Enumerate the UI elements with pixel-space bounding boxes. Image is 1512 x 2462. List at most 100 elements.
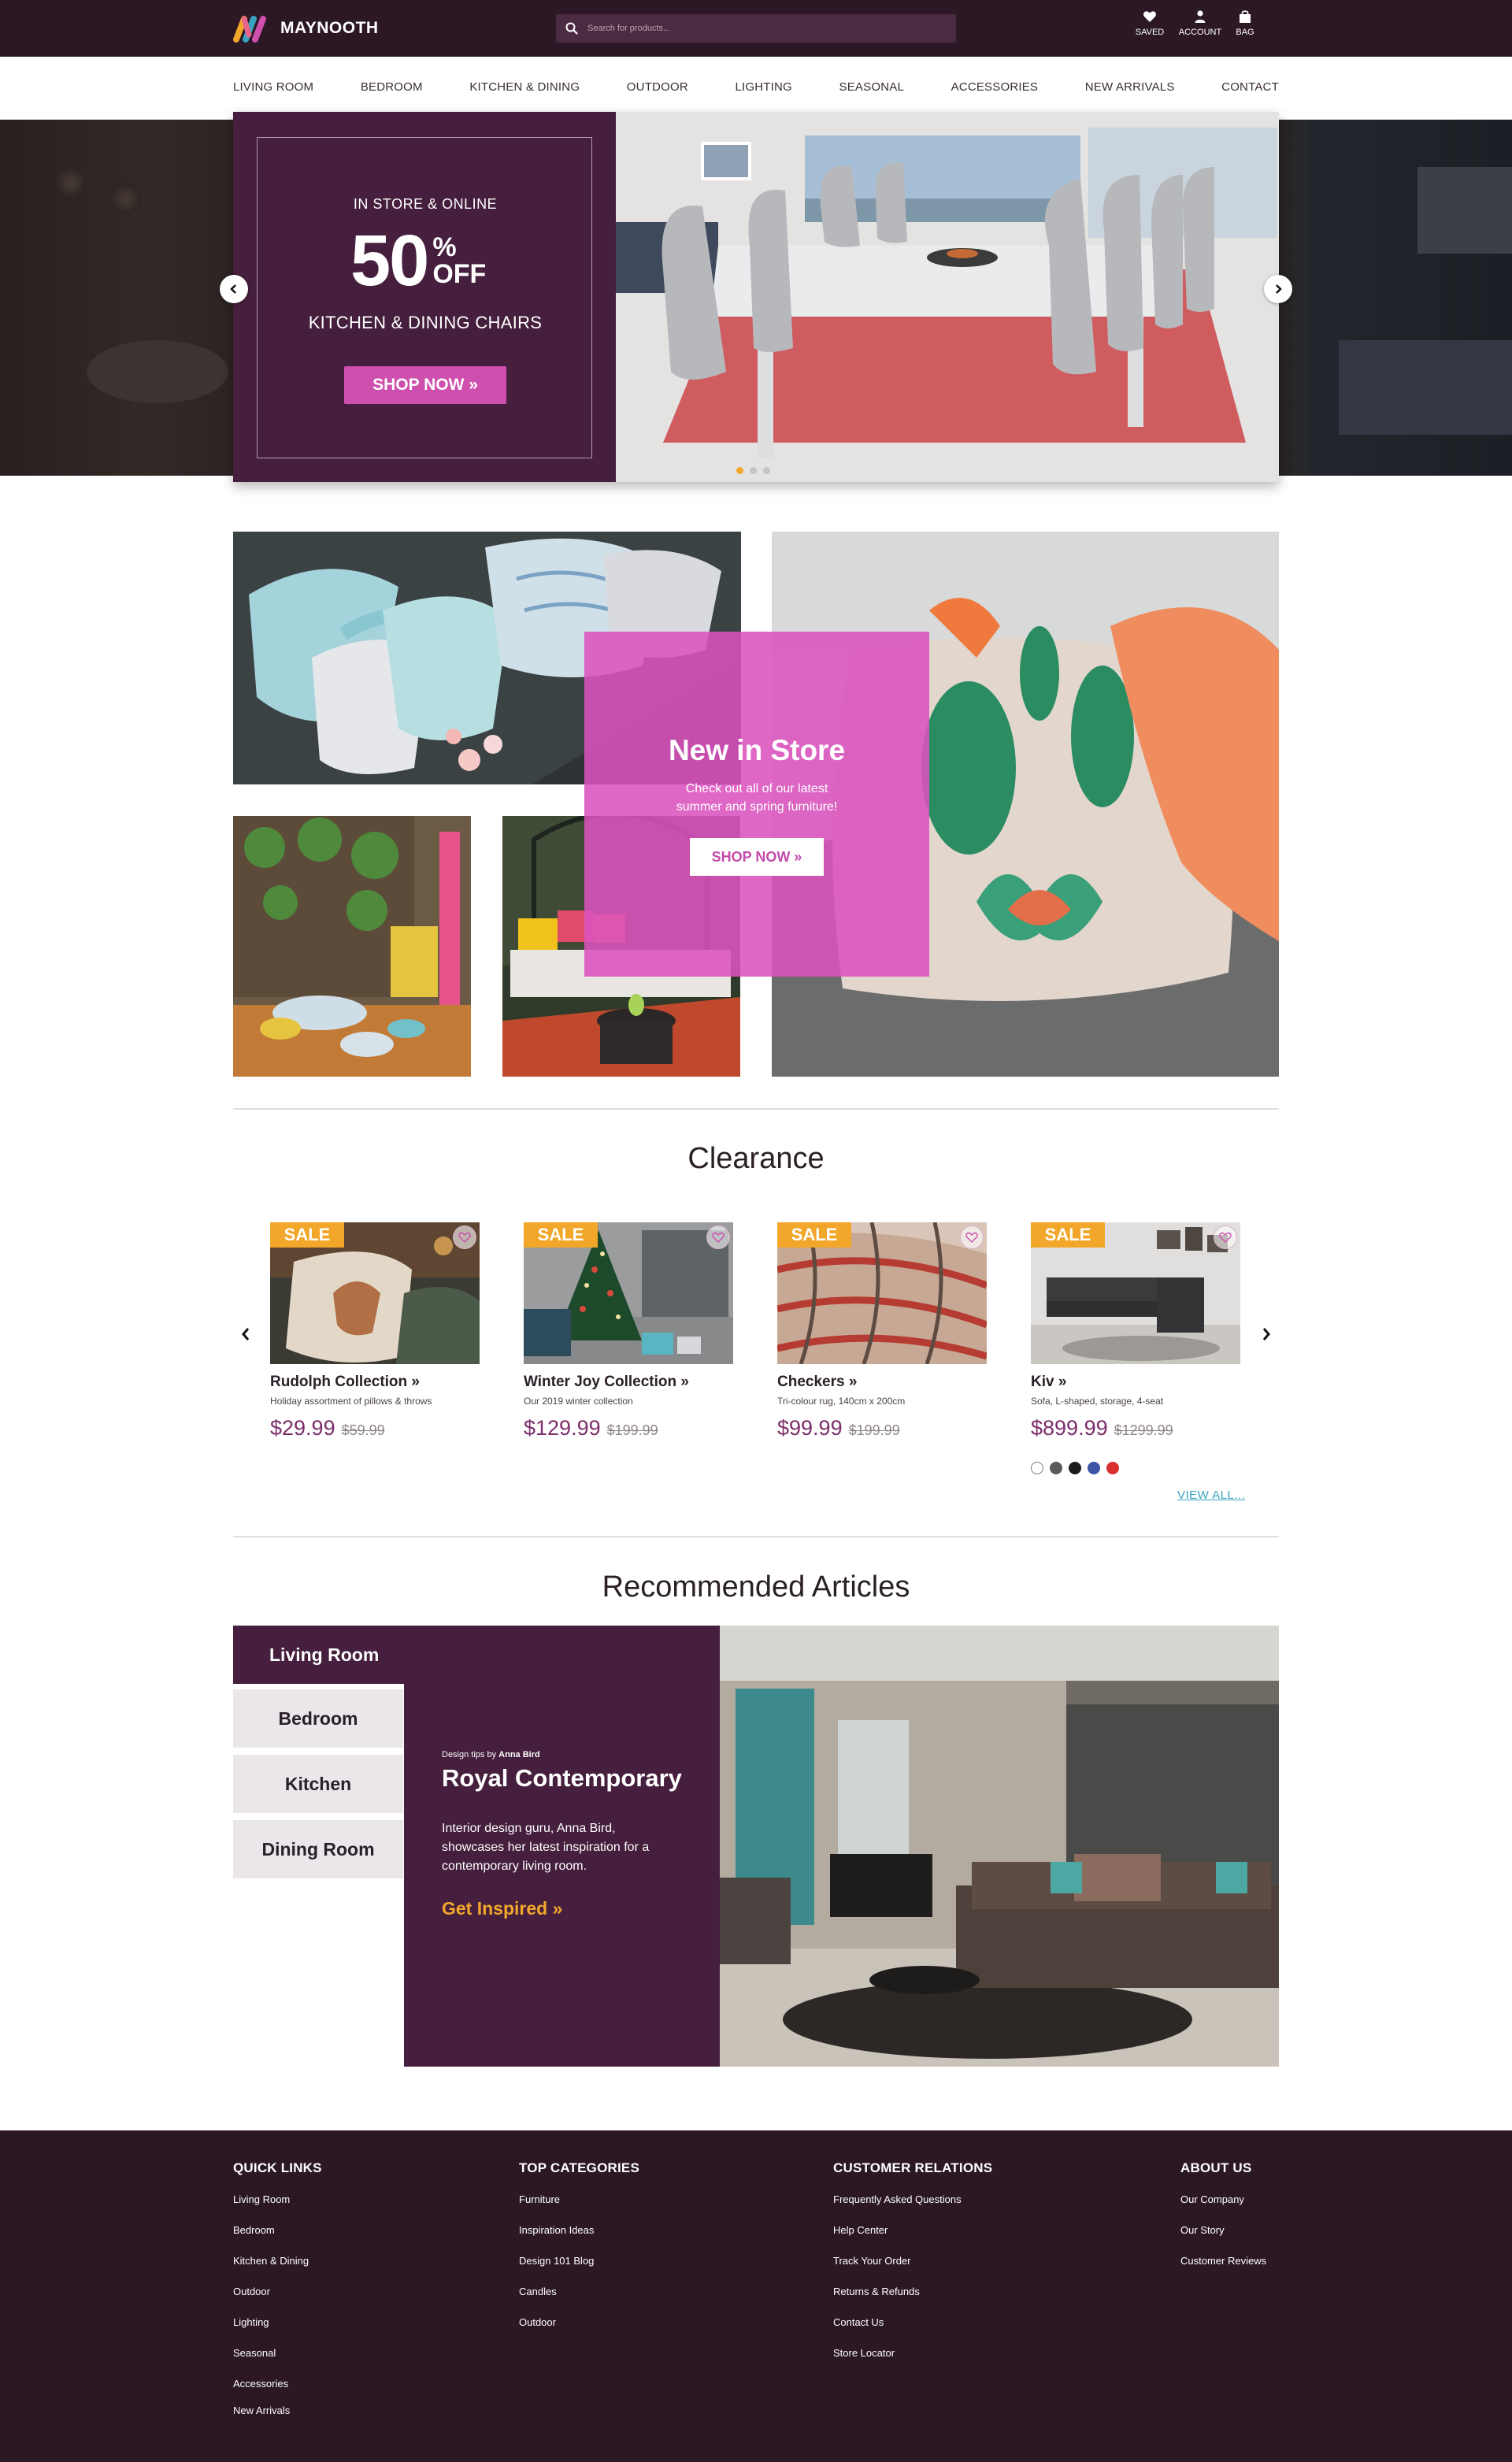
new-in-store-text: Check out all of our latest summer and s…: [676, 782, 838, 814]
footer-link[interactable]: Accessories: [233, 2378, 322, 2405]
divider: [233, 1108, 1279, 1110]
favorite-button[interactable]: [960, 1225, 984, 1249]
account-button[interactable]: ACCOUNT: [1175, 9, 1225, 37]
view-all-link[interactable]: VIEW ALL...: [1177, 1489, 1245, 1502]
favorite-button[interactable]: [453, 1225, 476, 1249]
nav-item-seasonal[interactable]: SEASONAL: [839, 80, 904, 94]
tab-kitchen[interactable]: Kitchen: [233, 1755, 403, 1813]
product-card[interactable]: SALE Rudolph Collection » Holiday assort…: [270, 1222, 480, 1440]
footer-link[interactable]: Kitchen & Dining: [233, 2255, 322, 2286]
product-image[interactable]: SALE: [1031, 1222, 1240, 1364]
product-name[interactable]: Winter Joy Collection »: [524, 1374, 733, 1391]
product-name[interactable]: Rudolph Collection »: [270, 1374, 480, 1391]
hero-shop-now-button[interactable]: SHOP NOW »: [344, 366, 506, 404]
footer-link[interactable]: Seasonal: [233, 2347, 322, 2378]
original-price: $1299.99: [1114, 1422, 1173, 1438]
product-description: Tri-colour rug, 140cm x 200cm: [777, 1396, 906, 1407]
tab-dining-room[interactable]: Dining Room: [233, 1820, 403, 1878]
clearance-next-button[interactable]: [1258, 1325, 1275, 1344]
footer-heading: CUSTOMER RELATIONS: [833, 2160, 993, 2175]
product-card[interactable]: SALE Winter Joy Collection » Our 2019 wi…: [524, 1222, 733, 1440]
footer-link[interactable]: Bedroom: [233, 2224, 322, 2255]
sale-badge: SALE: [270, 1222, 344, 1248]
footer-link[interactable]: Returns & Refunds: [833, 2286, 992, 2316]
nav-item-living-room[interactable]: LIVING ROOM: [233, 80, 313, 94]
nav-item-contact[interactable]: CONTACT: [1221, 80, 1279, 94]
footer-link[interactable]: Our Company: [1180, 2193, 1266, 2224]
hero-next-button[interactable]: [1264, 275, 1292, 303]
footer-link[interactable]: Frequently Asked Questions: [833, 2193, 992, 2224]
footer-link[interactable]: Living Room: [233, 2193, 322, 2224]
heart-outline-icon: [1219, 1232, 1232, 1243]
footer-link[interactable]: Inspiration Ideas: [519, 2224, 639, 2255]
tab-bedroom[interactable]: Bedroom: [233, 1689, 403, 1748]
product-card[interactable]: SALE Checkers » Tri-colour rug, 140cm x …: [777, 1222, 987, 1440]
new-in-store-panel: New in Store Check out all of our latest…: [584, 632, 929, 977]
footer-link[interactable]: Candles: [519, 2286, 639, 2316]
favorite-button[interactable]: [1214, 1225, 1237, 1249]
articles-title: Recommended Articles: [602, 1570, 910, 1604]
chevron-left-icon: [242, 1328, 250, 1340]
hero-percent-sign: %: [432, 232, 457, 262]
slide-dot[interactable]: [750, 467, 757, 474]
hero-prev-button[interactable]: [220, 275, 248, 303]
saved-button[interactable]: SAVED: [1125, 9, 1175, 37]
nav-item-lighting[interactable]: LIGHTING: [735, 80, 791, 94]
footer-link[interactable]: Track Your Order: [833, 2255, 992, 2286]
top-bar: MAYNOOTH SAVED ACCOUNT BAG: [0, 0, 1512, 57]
saved-label: SAVED: [1135, 28, 1165, 37]
product-name[interactable]: Checkers »: [777, 1374, 987, 1391]
slide-dot[interactable]: [736, 467, 743, 474]
nav-item-bedroom[interactable]: BEDROOM: [361, 80, 423, 94]
color-swatch[interactable]: [1088, 1462, 1100, 1474]
get-inspired-link[interactable]: Get Inspired »: [442, 1898, 562, 1919]
product-price: $129.99 $199.99: [524, 1416, 733, 1440]
brand-logo[interactable]: MAYNOOTH: [233, 14, 379, 43]
product-card[interactable]: SALE Kiv » Sofa, L-shaped, storage, 4-se…: [1031, 1222, 1240, 1440]
search-box[interactable]: [556, 14, 956, 43]
footer-link[interactable]: New Arrivals: [233, 2405, 322, 2435]
footer-link[interactable]: Contact Us: [833, 2316, 992, 2347]
new-in-store-shop-button[interactable]: SHOP NOW »: [690, 838, 824, 876]
sale-badge: SALE: [524, 1222, 598, 1248]
nav-item-accessories[interactable]: ACCESSORIES: [951, 80, 1039, 94]
footer-link[interactable]: Help Center: [833, 2224, 992, 2255]
clearance-prev-button[interactable]: [237, 1325, 254, 1344]
footer-link[interactable]: Outdoor: [233, 2286, 322, 2316]
nav-item-kitchen-dining[interactable]: KITCHEN & DINING: [469, 80, 580, 94]
color-swatch[interactable]: [1031, 1462, 1043, 1474]
slide-dot[interactable]: [763, 467, 770, 474]
product-image[interactable]: SALE: [524, 1222, 733, 1364]
favorite-button[interactable]: [706, 1225, 730, 1249]
nav-item-new-arrivals[interactable]: NEW ARRIVALS: [1085, 80, 1175, 94]
footer-heading: TOP CATEGORIES: [519, 2160, 639, 2175]
bag-button[interactable]: BAG: [1225, 9, 1265, 37]
color-swatch[interactable]: [1050, 1462, 1062, 1474]
color-swatch[interactable]: [1069, 1462, 1081, 1474]
search-icon: [565, 22, 578, 35]
original-price: $199.99: [848, 1422, 900, 1438]
footer-link[interactable]: Design 101 Blog: [519, 2255, 639, 2286]
tab-living-room[interactable]: Living Room: [233, 1626, 720, 1684]
garden-wall-photo: [233, 816, 471, 1077]
product-image[interactable]: SALE: [270, 1222, 480, 1364]
hero-slide-indicators: [736, 467, 770, 474]
nav-item-outdoor[interactable]: OUTDOOR: [627, 80, 688, 94]
footer-link[interactable]: Customer Reviews: [1180, 2255, 1266, 2286]
product-name[interactable]: Kiv »: [1031, 1374, 1240, 1391]
article-author: Anna Bird: [498, 1750, 540, 1759]
search-input[interactable]: [587, 24, 934, 33]
footer-link[interactable]: Furniture: [519, 2193, 639, 2224]
original-price: $199.99: [606, 1422, 658, 1438]
living-room-photo: [720, 1626, 1279, 2067]
color-swatch[interactable]: [1106, 1462, 1119, 1474]
footer-link[interactable]: Our Story: [1180, 2224, 1266, 2255]
footer-link[interactable]: Lighting: [233, 2316, 322, 2347]
footer-link[interactable]: Outdoor: [519, 2316, 639, 2347]
product-image[interactable]: SALE: [777, 1222, 987, 1364]
hero-pretitle: IN STORE & ONLINE: [353, 196, 498, 212]
footer-link[interactable]: Store Locator: [833, 2347, 992, 2378]
article-headline[interactable]: Royal Contemporary: [442, 1764, 682, 1793]
new-in-store-title: New in Store: [668, 734, 846, 766]
user-icon: [1195, 10, 1206, 23]
